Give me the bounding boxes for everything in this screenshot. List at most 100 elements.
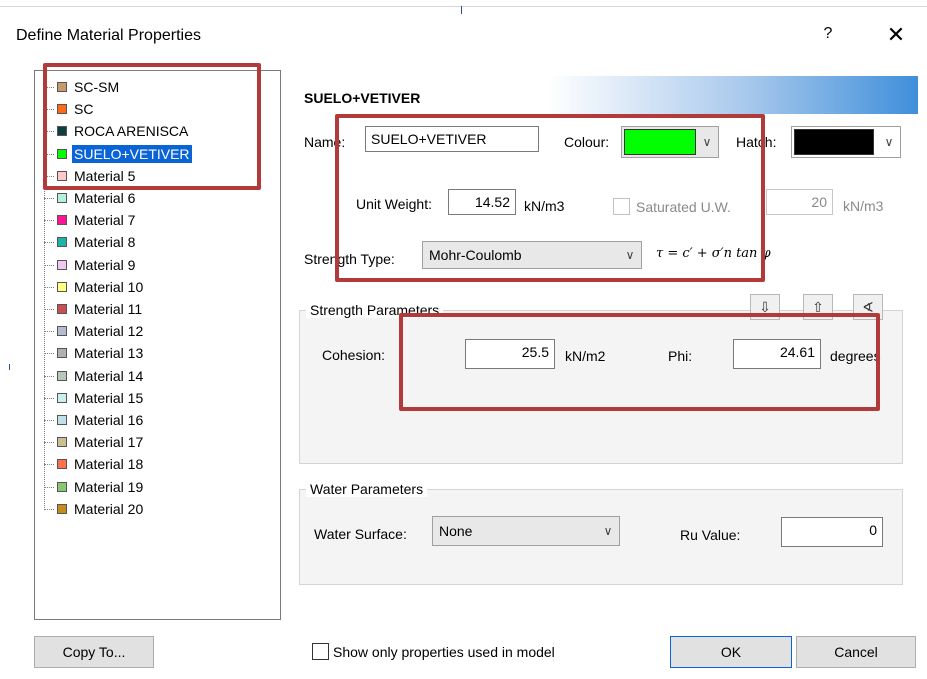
graph-icon[interactable]: ∢ xyxy=(853,294,883,320)
material-color-swatch xyxy=(57,104,67,114)
tree-item-material[interactable]: Material 16 xyxy=(44,409,145,431)
material-color-swatch xyxy=(57,171,67,181)
help-button[interactable]: ? xyxy=(816,22,840,46)
tree-item-label: ROCA ARENISCA xyxy=(74,123,189,139)
name-input[interactable]: SUELO+VETIVER xyxy=(365,126,539,152)
strength-type-label: Strength Type: xyxy=(304,251,395,267)
material-color-swatch xyxy=(57,393,67,403)
tree-item-material[interactable]: SUELO+VETIVER xyxy=(44,143,192,165)
ru-value-input[interactable]: 0 xyxy=(781,517,883,547)
close-icon[interactable]: ✕ xyxy=(882,22,910,50)
colour-dropdown[interactable]: ∨ xyxy=(621,126,719,158)
cohesion-unit: kN/m2 xyxy=(565,348,606,364)
tree-connector-line xyxy=(44,508,54,510)
unit-weight-unit: kN/m3 xyxy=(524,198,565,214)
tree-item-material[interactable]: SC xyxy=(44,98,95,120)
tree-connector-line xyxy=(44,463,54,465)
material-color-swatch xyxy=(57,304,67,314)
tree-item-label: Material 11 xyxy=(74,301,143,317)
material-color-swatch xyxy=(57,82,67,92)
water-surface-label: Water Surface: xyxy=(314,526,407,542)
tree-item-material[interactable]: Material 19 xyxy=(44,476,145,498)
tree-item-material[interactable]: ROCA ARENISCA xyxy=(44,120,190,142)
material-color-swatch xyxy=(57,326,67,336)
tree-item-label: Material 7 xyxy=(74,212,136,228)
tree-item-label: SUELO+VETIVER xyxy=(72,145,192,163)
tree-item-label: SC-SM xyxy=(74,79,120,95)
tree-item-label: Material 15 xyxy=(74,390,144,406)
hatch-dropdown[interactable]: ∨ xyxy=(791,126,901,158)
material-color-swatch xyxy=(57,193,67,203)
tree-item-material[interactable]: Material 14 xyxy=(44,365,145,387)
colour-label: Colour: xyxy=(564,134,610,150)
import-icon[interactable]: ⇩ xyxy=(750,294,780,320)
tree-item-material[interactable]: Material 11 xyxy=(44,298,144,320)
cancel-button[interactable]: Cancel xyxy=(796,636,916,668)
tree-item-label: Material 12 xyxy=(74,323,144,339)
show-only-checkbox[interactable] xyxy=(312,643,329,660)
tree-item-material[interactable]: Material 8 xyxy=(44,231,137,253)
copy-to-button[interactable]: Copy To... xyxy=(34,636,154,668)
colour-swatch xyxy=(624,129,696,155)
material-color-swatch xyxy=(57,215,67,225)
tree-connector-line xyxy=(44,264,54,266)
water-parameters-title: Water Parameters xyxy=(306,481,428,497)
window-title: Define Material Properties xyxy=(16,27,201,44)
tree-connector-line xyxy=(44,308,54,310)
material-color-swatch xyxy=(57,504,67,514)
tree-item-label: Material 10 xyxy=(74,279,144,295)
tree-connector-line xyxy=(44,419,54,421)
saturated-unit: kN/m3 xyxy=(843,198,884,214)
tree-item-material[interactable]: Material 17 xyxy=(44,431,145,453)
tree-connector-line xyxy=(44,441,54,443)
tree-item-material[interactable]: Material 9 xyxy=(44,254,137,276)
material-color-swatch xyxy=(57,149,67,159)
tree-item-label: Material 5 xyxy=(74,168,136,184)
tree-item-material[interactable]: Material 15 xyxy=(44,387,145,409)
tree-item-material[interactable]: Material 13 xyxy=(44,342,145,364)
tree-item-material[interactable]: Material 12 xyxy=(44,320,145,342)
tree-item-label: Material 20 xyxy=(74,501,144,517)
chevron-down-icon: ∨ xyxy=(884,135,894,149)
water-surface-dropdown[interactable]: None ∨ xyxy=(432,516,620,546)
tree-connector-line xyxy=(44,153,54,155)
export-icon[interactable]: ⇧ xyxy=(803,294,833,320)
saturated-input[interactable]: 20 xyxy=(766,189,833,215)
material-color-swatch xyxy=(57,237,67,247)
unit-weight-input[interactable]: 14.52 xyxy=(448,189,516,215)
tree-connector-line xyxy=(44,375,54,377)
tree-item-label: Material 19 xyxy=(74,479,144,495)
material-color-swatch xyxy=(57,415,67,425)
strength-type-dropdown[interactable]: Mohr-Coulomb ∨ xyxy=(422,241,642,269)
phi-input[interactable]: 24.61 xyxy=(733,339,821,369)
tree-connector-line xyxy=(44,486,54,488)
tree-item-material[interactable]: Material 5 xyxy=(44,165,137,187)
tree-item-material[interactable]: Material 7 xyxy=(44,209,137,231)
material-color-swatch xyxy=(57,348,67,358)
material-color-swatch xyxy=(57,371,67,381)
strength-parameters-group xyxy=(299,310,903,464)
tree-item-material[interactable]: Material 10 xyxy=(44,276,145,298)
tree-item-material[interactable]: Material 6 xyxy=(44,187,137,209)
tree-item-label: Material 13 xyxy=(74,345,144,361)
tree-connector-line xyxy=(44,130,54,132)
tree-connector-line xyxy=(44,241,54,243)
tree-connector-line xyxy=(44,330,54,332)
tree-item-label: Material 16 xyxy=(74,412,144,428)
ok-button[interactable]: OK xyxy=(670,636,792,668)
saturated-checkbox[interactable] xyxy=(613,198,630,215)
cohesion-input[interactable]: 25.5 xyxy=(465,339,555,369)
strength-formula: τ = c′ + σ′n tan φ xyxy=(656,246,771,261)
material-color-swatch xyxy=(57,260,67,270)
top-edge-line xyxy=(0,6,927,7)
material-color-swatch xyxy=(57,437,67,447)
tree-item-label: Material 9 xyxy=(74,257,136,273)
tree-connector-line xyxy=(44,86,54,88)
tree-item-label: Material 14 xyxy=(74,368,144,384)
chevron-down-icon: ∨ xyxy=(702,135,712,149)
tree-item-material[interactable]: Material 18 xyxy=(44,453,145,475)
tree-item-material[interactable]: SC-SM xyxy=(44,76,121,98)
tree-item-label: Material 8 xyxy=(74,234,136,250)
tree-connector-line xyxy=(44,286,54,288)
tree-item-material[interactable]: Material 20 xyxy=(44,498,145,520)
